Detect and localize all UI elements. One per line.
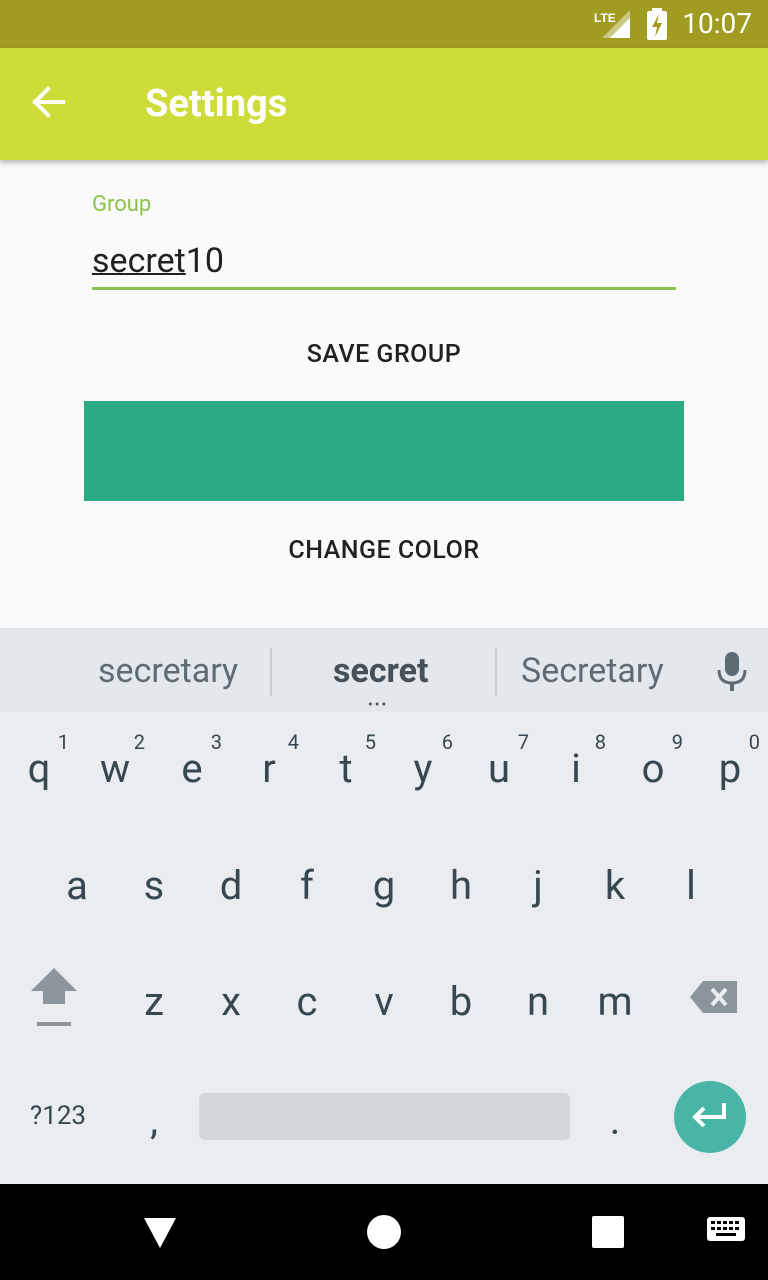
key-b[interactable]: b — [429, 951, 493, 1051]
battery-charging-icon — [646, 8, 668, 44]
status-bar: LTE 10:07 — [0, 0, 768, 48]
keyboard-switcher-icon[interactable] — [706, 1216, 746, 1250]
period-key[interactable]: . — [583, 1070, 647, 1170]
key-hint: 6 — [441, 730, 453, 754]
key-hint: 5 — [364, 730, 376, 754]
clock: 10:07 — [682, 7, 752, 40]
suggestion-1[interactable]: secretary — [98, 648, 238, 694]
back-button[interactable] — [24, 80, 72, 128]
key-k[interactable]: k — [583, 835, 647, 935]
key-w[interactable]: w2 — [83, 718, 147, 818]
key-e[interactable]: e3 — [160, 718, 224, 818]
key-label: u — [487, 744, 511, 792]
symbols-key[interactable]: ?123 — [10, 1066, 106, 1166]
key-a[interactable]: a — [45, 835, 109, 935]
shift-key[interactable] — [22, 951, 86, 1051]
key-n[interactable]: n — [506, 951, 570, 1051]
key-label: p — [718, 744, 742, 792]
key-j[interactable]: j — [506, 835, 570, 935]
key-s[interactable]: s — [122, 835, 186, 935]
shift-icon — [29, 964, 79, 1038]
nav-back-icon[interactable] — [142, 1216, 178, 1254]
nav-recents-icon[interactable] — [592, 1216, 624, 1248]
suggestion-divider — [270, 648, 272, 696]
system-nav-bar — [0, 1184, 768, 1280]
key-x[interactable]: x — [199, 951, 263, 1051]
input-underline — [92, 287, 676, 290]
key-g[interactable]: g — [352, 835, 416, 935]
key-label: o — [641, 744, 665, 792]
key-i[interactable]: i8 — [544, 718, 608, 818]
key-t[interactable]: t5 — [314, 718, 378, 818]
suggestion-divider — [495, 648, 497, 696]
network-type-label: LTE — [594, 11, 616, 25]
enter-key[interactable] — [674, 1081, 746, 1153]
key-z[interactable]: z — [122, 951, 186, 1051]
key-hint: 1 — [57, 730, 69, 754]
key-u[interactable]: u7 — [467, 718, 531, 818]
group-field-label: Group — [92, 192, 152, 217]
page-title: Settings — [145, 82, 288, 126]
soft-keyboard: secretary secret ••• Secretary q1 w2 e3 … — [0, 628, 768, 1184]
suggestion-strip: secretary secret ••• Secretary — [0, 628, 768, 712]
group-input[interactable]: secret10 — [92, 238, 676, 290]
app-bar: Settings — [0, 48, 768, 160]
key-hint: 0 — [748, 730, 760, 754]
key-label: w — [99, 744, 131, 792]
input-text-rest: 10 — [185, 241, 224, 281]
microphone-icon[interactable] — [714, 650, 750, 698]
nav-home-icon[interactable] — [367, 1215, 401, 1249]
settings-form: Group secret10 SAVE GROUP CHANGE COLOR — [0, 160, 768, 628]
suggestion-2[interactable]: secret — [333, 648, 429, 694]
key-v[interactable]: v — [352, 951, 416, 1051]
lte-signal-icon: LTE — [594, 8, 632, 44]
arrow-back-icon — [30, 86, 66, 122]
key-f[interactable]: f — [275, 835, 339, 935]
save-group-button[interactable]: SAVE GROUP — [84, 324, 684, 384]
key-l[interactable]: l — [659, 835, 723, 935]
key-c[interactable]: c — [275, 951, 339, 1051]
key-y[interactable]: y6 — [391, 718, 455, 818]
key-label: i — [571, 744, 581, 792]
composing-text: secret — [92, 241, 186, 281]
change-color-button[interactable]: CHANGE COLOR — [84, 520, 684, 580]
key-d[interactable]: d — [199, 835, 263, 935]
comma-key[interactable]: , — [122, 1070, 186, 1170]
backspace-icon — [689, 978, 739, 1025]
key-hint: 3 — [210, 730, 222, 754]
color-swatch — [84, 401, 684, 501]
key-q[interactable]: q1 — [7, 718, 71, 818]
key-label: e — [181, 744, 203, 792]
enter-icon — [690, 1101, 730, 1133]
space-bar[interactable] — [199, 1093, 570, 1140]
key-hint: 9 — [671, 730, 683, 754]
key-label: r — [262, 744, 276, 792]
key-label: t — [339, 744, 353, 792]
suggestion-3[interactable]: Secretary — [521, 648, 664, 694]
key-label: y — [413, 744, 433, 792]
key-label: q — [27, 744, 51, 792]
backspace-key[interactable] — [682, 951, 746, 1051]
key-r[interactable]: r4 — [237, 718, 301, 818]
key-p[interactable]: p0 — [698, 718, 762, 818]
key-hint: 8 — [594, 730, 606, 754]
key-hint: 2 — [133, 730, 145, 754]
key-hint: 7 — [517, 730, 529, 754]
key-h[interactable]: h — [429, 835, 493, 935]
key-m[interactable]: m — [583, 951, 647, 1051]
more-suggestions-dots-icon: ••• — [368, 697, 389, 713]
key-hint: 4 — [287, 730, 299, 754]
key-o[interactable]: o9 — [621, 718, 685, 818]
